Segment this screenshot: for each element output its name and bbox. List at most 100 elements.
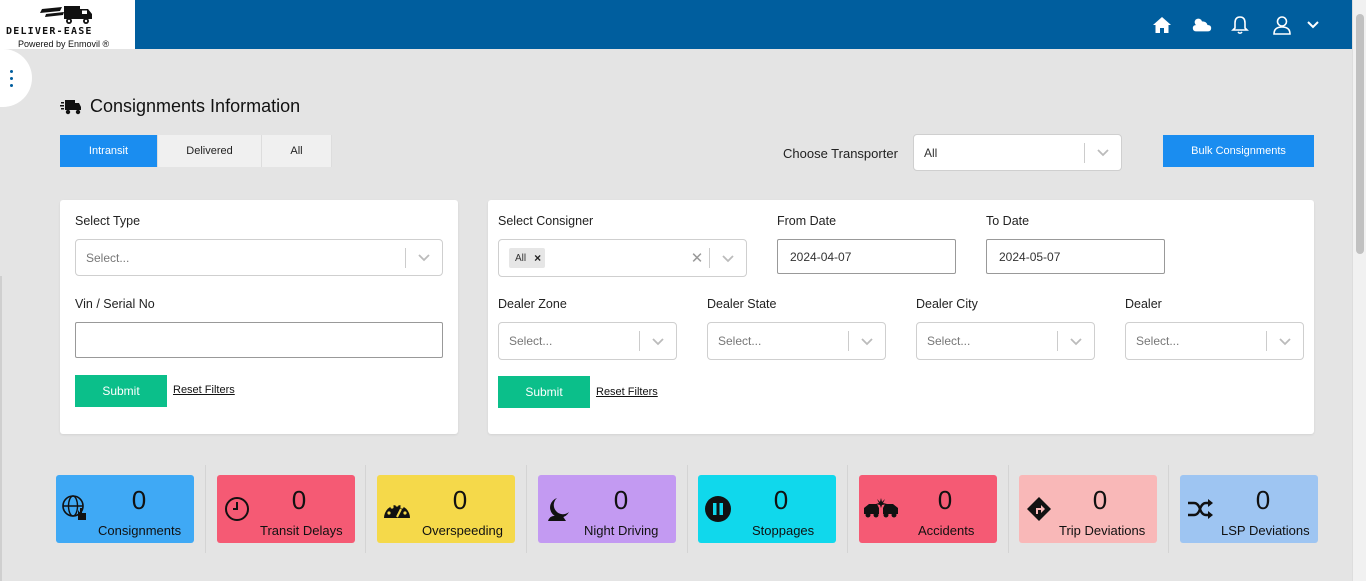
stat-night-driving-label: Night Driving [584,523,659,538]
dealer-zone-label: Dealer Zone [498,297,567,311]
pause-icon [702,493,734,525]
page-title: Consignments Information [60,96,300,117]
crash-icon [863,493,899,525]
from-date-input[interactable]: 2024-04-07 [777,239,956,274]
select-consigner-label: Select Consigner [498,214,594,228]
stat-consignments-label: Consignments [98,523,182,538]
select-type-label: Select Type [75,214,141,228]
stat-divider [365,465,366,553]
delivery-truck-icon [60,99,81,114]
transporter-label: Choose Transporter [783,146,898,161]
stat-lsp-deviations-label: LSP Deviations [1221,523,1310,538]
chevron-down-icon[interactable] [1085,148,1121,157]
bulk-consignments-button[interactable]: Bulk Consignments [1163,135,1314,167]
submit-button[interactable]: Submit [75,375,167,407]
chevron-down-icon[interactable] [849,337,885,346]
dealer-zone-select[interactable]: Select... [498,322,677,360]
select-type-placeholder: Select... [86,250,130,265]
stat-consignments-value: 0 [131,485,147,515]
stat-stoppages-value: 0 [773,485,789,515]
vertical-scrollbar[interactable] [1352,0,1366,581]
user-icon[interactable] [1271,14,1293,36]
stat-stoppages[interactable]: 0 Stoppages [698,475,836,543]
dealer-label: Dealer [1125,297,1162,311]
tab-intransit[interactable]: Intransit [60,135,158,167]
speedometer-icon [381,493,413,525]
stat-divider [1168,465,1169,553]
status-tabs: Intransit Delivered All [60,135,332,167]
stat-night-driving[interactable]: 0 Night Driving [538,475,676,543]
vin-input[interactable] [75,322,443,358]
stat-trip-deviations-label: Trip Deviations [1059,523,1146,538]
tab-all[interactable]: All [262,135,332,167]
filter-card-left: Select Type Select... Vin / Serial No Su… [60,200,458,434]
stat-night-driving-value: 0 [613,485,629,515]
page-title-text: Consignments Information [90,96,301,116]
dealer-state-select[interactable]: Select... [707,322,886,360]
stat-consignments[interactable]: 0 Consignments [56,475,194,543]
logo-subtitle: Powered by Enmovil ® [18,39,110,49]
tab-delivered[interactable]: Delivered [158,135,262,167]
dealer-state-placeholder: Select... [718,334,762,348]
stat-accidents-label: Accidents [918,523,975,538]
stat-divider [526,465,527,553]
stat-trip-deviations[interactable]: 0 Trip Deviations [1019,475,1157,543]
kebab-icon [10,68,13,89]
chevron-down-icon[interactable] [1302,14,1324,36]
chevron-down-icon[interactable] [1267,337,1303,346]
reset-filters-link[interactable]: Reset Filters [596,386,658,398]
clock-icon [221,493,253,525]
consigner-values: All × [499,248,685,268]
filter-card-right: Select Consigner All × ✕ From Date 2024-… [488,200,1314,434]
transporter-select[interactable]: All [913,134,1122,171]
dealer-city-select[interactable]: Select... [916,322,1095,360]
chevron-down-icon[interactable] [710,254,746,263]
stat-accidents[interactable]: 0 Accidents [859,475,997,543]
chevron-down-icon[interactable] [640,337,676,346]
to-date-input[interactable]: 2024-05-07 [986,239,1165,274]
bell-icon[interactable] [1229,14,1251,36]
left-divider [0,276,2,581]
chevron-down-icon[interactable] [406,253,442,262]
logo[interactable]: DELIVER-EASE Powered by Enmovil ® [0,0,135,49]
vin-label: Vin / Serial No [75,297,155,311]
stat-accidents-value: 0 [937,485,953,515]
dealer-select[interactable]: Select... [1125,322,1304,360]
select-type-dropdown[interactable]: Select... [75,239,443,276]
stat-stoppages-label: Stoppages [752,523,815,538]
scrollbar-thumb[interactable] [1356,14,1364,254]
consigner-multiselect[interactable]: All × ✕ [498,239,747,277]
stat-divider [847,465,848,553]
stat-transit-delays-label: Transit Delays [260,523,343,538]
to-date-label: To Date [986,214,1030,228]
chip-remove-icon[interactable]: × [534,251,541,265]
dealer-city-placeholder: Select... [927,334,971,348]
transporter-select-value: All [924,145,938,160]
stat-lsp-deviations[interactable]: 0 LSP Deviations [1180,475,1318,543]
consigner-chip: All × [509,248,546,268]
top-header: DELIVER-EASE Powered by Enmovil ® [0,0,1352,49]
dealer-placeholder: Select... [1136,334,1180,348]
consigner-chip-label: All [515,252,527,264]
from-date-label: From Date [777,214,837,228]
stat-divider [1008,465,1009,553]
stat-transit-delays[interactable]: 0 Transit Delays [217,475,355,543]
clear-icon[interactable]: ✕ [685,249,709,267]
dealer-state-label: Dealer State [707,297,777,311]
dealer-city-label: Dealer City [916,297,978,311]
reset-filters-link[interactable]: Reset Filters [173,384,235,396]
logo-title: DELIVER-EASE [6,26,93,37]
shuffle-icon [1184,493,1216,525]
stat-overspeeding-label: Overspeeding [422,523,503,538]
stat-divider [205,465,206,553]
stat-overspeeding[interactable]: 0 Overspeeding [377,475,515,543]
home-icon[interactable] [1151,14,1173,36]
submit-button[interactable]: Submit [498,376,590,408]
sidebar-toggle-button[interactable] [0,49,32,107]
stat-divider [687,465,688,553]
chevron-down-icon[interactable] [1058,337,1094,346]
dealer-zone-placeholder: Select... [509,334,553,348]
weather-icon[interactable] [1191,14,1213,36]
moon-icon [542,493,574,525]
stat-trip-deviations-value: 0 [1092,485,1108,515]
